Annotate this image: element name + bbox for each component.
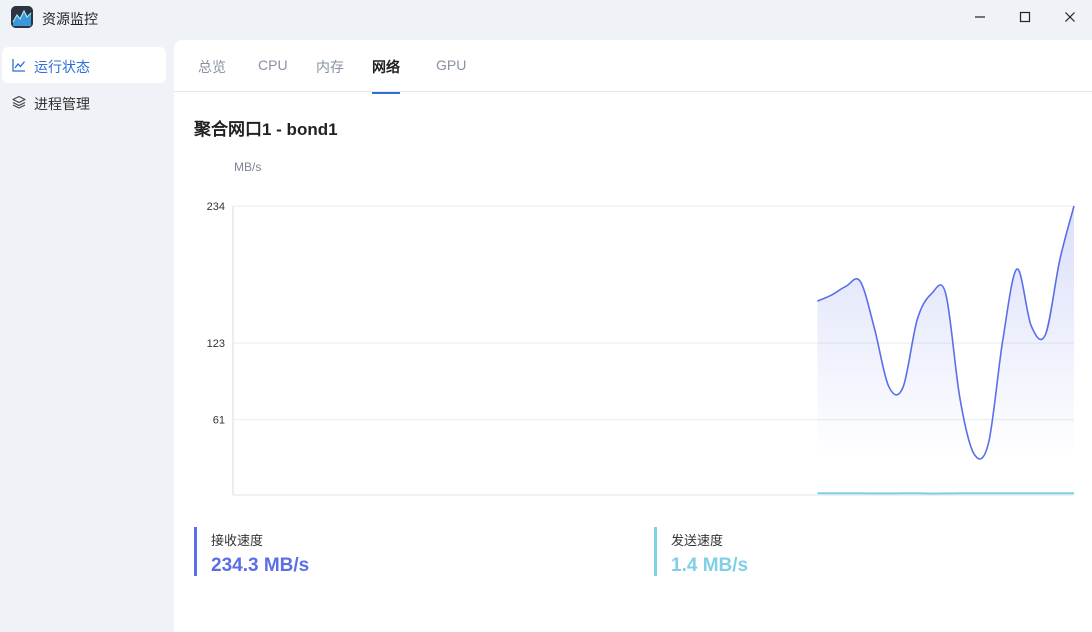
sidebar: 运行状态 进程管理 [0, 40, 174, 632]
send-speed-stat: 发送速度 1.4 MB/s [654, 527, 748, 576]
main-panel: 总览 CPU 内存 网络 GPU 聚合网口1 - bond1 MB/s 61 12… [174, 40, 1092, 632]
app-title: 资源监控 [42, 11, 98, 27]
layers-icon [12, 95, 26, 109]
minimize-icon [975, 16, 985, 18]
line-chart-icon [12, 59, 26, 72]
sidebar-item-label: 运行状态 [34, 59, 90, 75]
send-speed-label: 发送速度 [671, 533, 724, 548]
minimize-button[interactable] [958, 2, 1002, 32]
y-tick-label: 61 [213, 415, 225, 427]
y-tick-label: 234 [207, 201, 225, 213]
maximize-button[interactable] [1003, 2, 1047, 32]
sidebar-item-label: 进程管理 [34, 96, 90, 112]
tab-network[interactable]: 网络 [372, 57, 400, 94]
close-button[interactable] [1048, 2, 1092, 32]
section-title: 聚合网口1 - bond1 [194, 120, 338, 139]
tab-cpu[interactable]: CPU [258, 57, 288, 88]
maximize-icon [1019, 11, 1031, 23]
send-speed-value: 1.4 MB/s [671, 555, 749, 576]
y-axis-label: MB/s [234, 160, 261, 174]
tab-overview[interactable]: 总览 [198, 57, 226, 92]
close-icon [1065, 12, 1075, 22]
tab-gpu[interactable]: GPU [436, 57, 466, 88]
sidebar-item-process-management[interactable]: 进程管理 [2, 84, 166, 120]
network-speed-chart: MB/s 61 123 234 [207, 160, 1075, 496]
tab-memory[interactable]: 内存 [316, 57, 344, 92]
receive-speed-value: 234.3 MB/s [211, 555, 310, 576]
app-icon [11, 6, 33, 28]
receive-speed-stat: 接收速度 234.3 MB/s [194, 527, 309, 576]
tab-bar: 总览 CPU 内存 网络 GPU [174, 40, 1092, 94]
title-bar: 资源监控 [0, 0, 1092, 36]
y-tick-label: 123 [207, 338, 225, 350]
sidebar-item-run-status[interactable]: 运行状态 [2, 47, 166, 83]
receive-area-fill [817, 206, 1074, 460]
receive-speed-label: 接收速度 [211, 533, 264, 548]
